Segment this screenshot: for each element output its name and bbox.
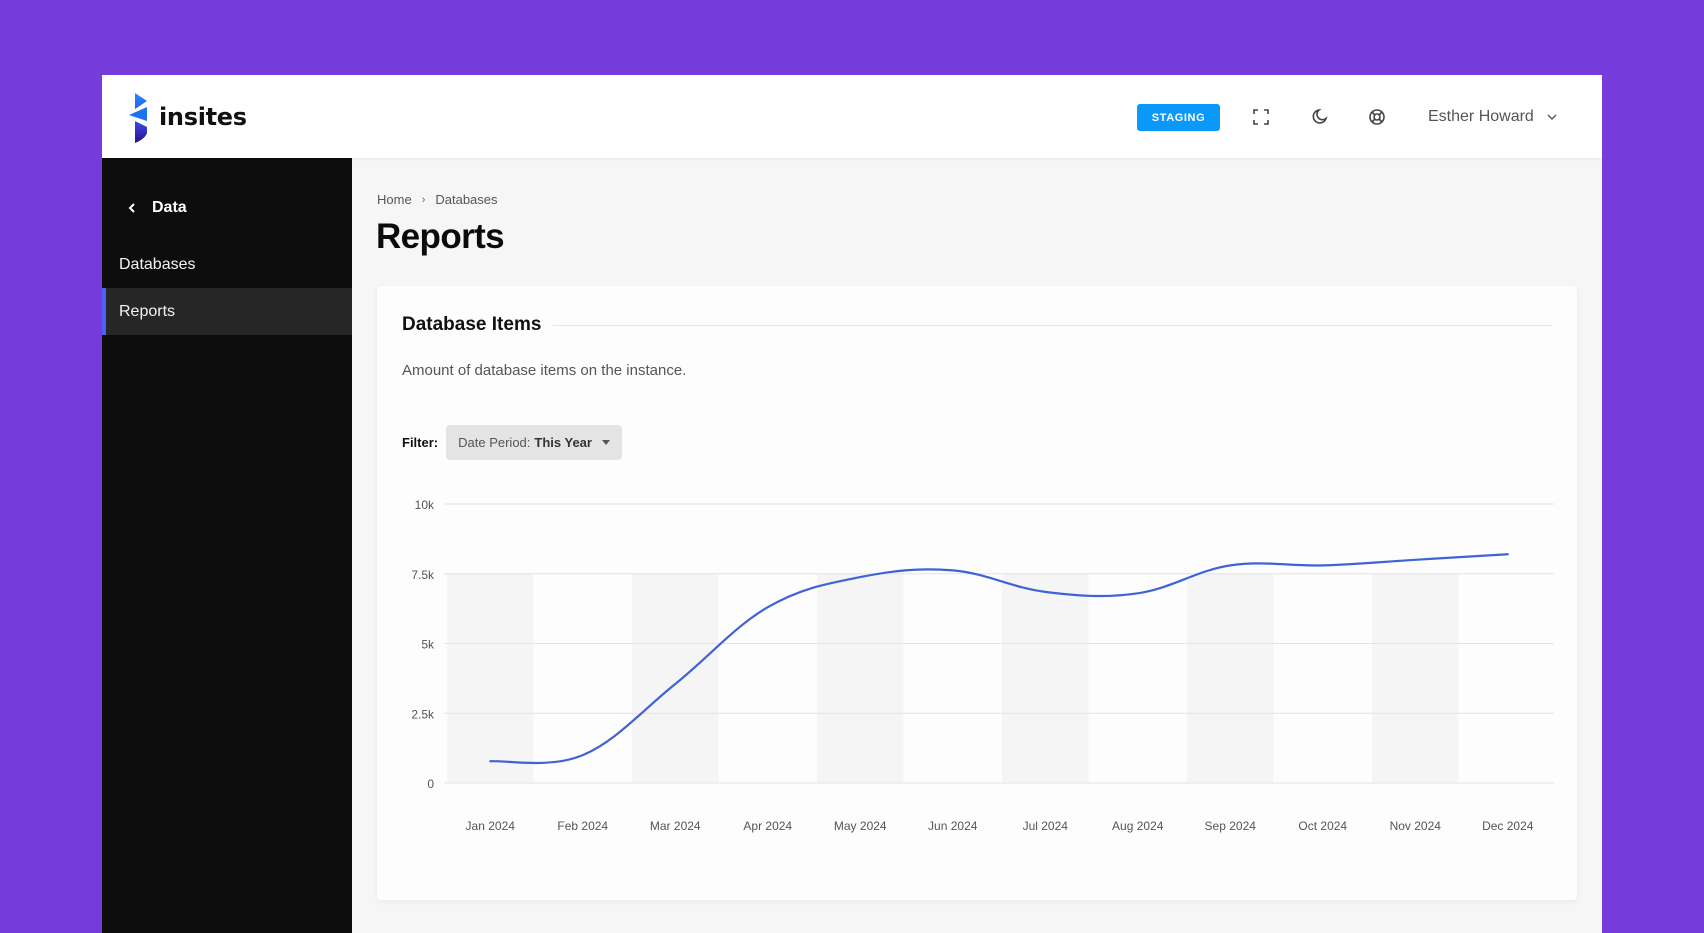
sidebar-item-label: Reports (119, 302, 176, 320)
brand-name: insites (159, 103, 247, 131)
sidebar-item-databases[interactable]: Databases (102, 241, 352, 288)
x-tick-label: Sep 2024 (1205, 819, 1257, 833)
x-tick-label: Jan 2024 (466, 819, 516, 833)
y-tick-label: 7.5k (411, 568, 435, 582)
logo[interactable]: insites (127, 91, 247, 143)
user-menu[interactable]: Esther Howard (1428, 103, 1558, 131)
insites-logo-icon (129, 93, 147, 143)
x-tick-label: Apr 2024 (743, 819, 792, 833)
x-tick-label: Oct 2024 (1298, 819, 1347, 833)
chart-band (1372, 573, 1459, 783)
database-items-card: Database Items Amount of database items … (377, 286, 1577, 900)
sidebar: Data Databases Reports (102, 158, 352, 933)
breadcrumb-separator-icon: › (421, 193, 426, 206)
x-tick-label: Dec 2024 (1482, 819, 1534, 833)
x-tick-label: Aug 2024 (1112, 819, 1164, 833)
breadcrumb-databases[interactable]: Databases (435, 192, 497, 207)
line-chart: 0 2.5k 5k 7.5k 10k Jan 2024 Feb 2024 Mar 2024 A… (411, 498, 1554, 833)
x-tick-label: Mar 2024 (650, 819, 701, 833)
moon-icon (1312, 108, 1328, 124)
y-tick-label: 2.5k (411, 707, 435, 721)
x-tick-label: Nov 2024 (1390, 819, 1442, 833)
app-window: insites STAGING Esther Howard Data Datab… (102, 75, 1602, 933)
fullscreen-button[interactable] (1249, 105, 1273, 129)
chart-band (447, 573, 534, 783)
y-tick-label: 10k (415, 498, 435, 512)
page-title: Reports (376, 217, 505, 256)
sidebar-item-label: Databases (119, 255, 196, 273)
x-tick-label: Feb 2024 (557, 819, 608, 833)
help-lifebuoy-icon (1369, 109, 1385, 125)
chart-band (817, 573, 904, 783)
sidebar-item-reports[interactable]: Reports (102, 288, 352, 335)
chart-band (632, 573, 719, 783)
environment-badge[interactable]: STAGING (1137, 104, 1220, 131)
chevron-left-icon (128, 203, 135, 213)
x-tick-label: Jul 2024 (1023, 819, 1069, 833)
y-tick-label: 0 (427, 777, 434, 791)
x-tick-label: May 2024 (834, 819, 887, 833)
dark-mode-toggle[interactable] (1307, 105, 1331, 129)
help-button[interactable] (1365, 105, 1389, 129)
x-tick-label: Jun 2024 (928, 819, 978, 833)
breadcrumb-home[interactable]: Home (377, 192, 412, 207)
chart-band (1187, 573, 1274, 783)
y-tick-label: 5k (421, 638, 435, 652)
user-name: Esther Howard (1428, 108, 1534, 125)
fullscreen-icon (1253, 109, 1269, 125)
x-axis: Jan 2024 Feb 2024 Mar 2024 Apr 2024 May 2024… (466, 819, 1534, 833)
chart-band (1002, 573, 1089, 783)
breadcrumb: Home › Databases (377, 192, 498, 207)
y-axis: 0 2.5k 5k 7.5k 10k (411, 498, 435, 791)
chart-bands (447, 573, 1459, 783)
sidebar-section-title: Data (152, 199, 187, 216)
sidebar-back-button[interactable]: Data (126, 196, 187, 220)
top-header: insites STAGING Esther Howard (102, 75, 1602, 158)
chevron-down-icon (1547, 114, 1557, 120)
